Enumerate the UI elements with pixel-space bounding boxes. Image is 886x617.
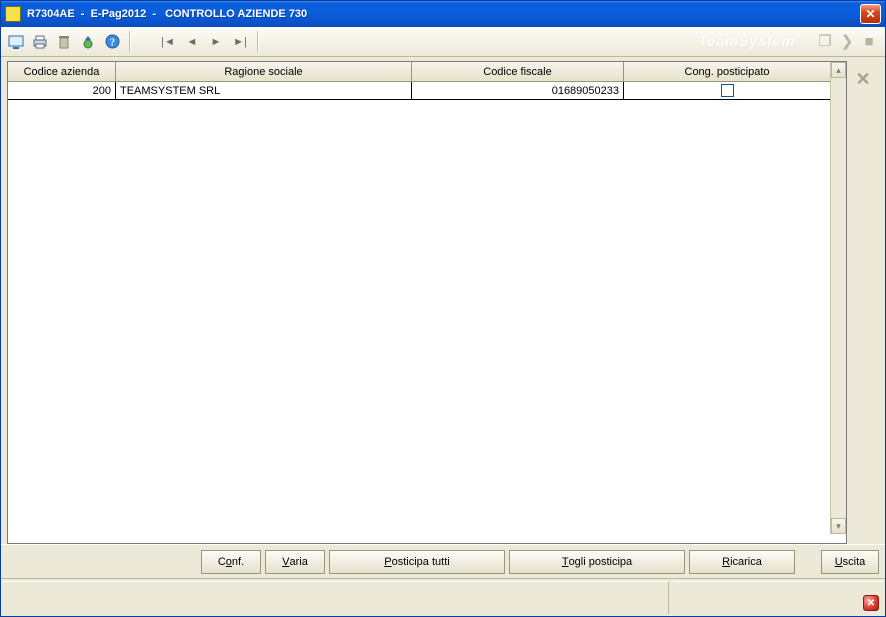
table-row[interactable]: 200 TEAMSYSTEM SRL 01689050233 [8,82,830,100]
app-icon [5,6,21,22]
nav-first-icon[interactable]: |◄ [157,31,179,53]
export-icon[interactable] [77,31,99,53]
toolbar: ? |◄ ◄ ► ►| TeamSystem ❐ ❯ ■ [1,27,885,57]
grid-header: Codice azienda Ragione sociale Codice fi… [8,62,830,82]
side-column: ✕ [847,61,879,544]
body-area: Codice azienda Ragione sociale Codice fi… [1,57,885,544]
toolbar-separator [129,31,131,53]
main-window: R7304AE - E-Pag2012 - CONTROLLO AZIENDE … [0,0,886,617]
grid-body: 200 TEAMSYSTEM SRL 01689050233 [8,82,830,100]
window-title: R7304AE - E-Pag2012 - CONTROLLO AZIENDE … [27,8,307,20]
nav-next-icon[interactable]: ► [205,31,227,53]
stop-icon[interactable]: ■ [859,31,879,51]
cancel-icon[interactable]: ✕ [855,69,870,90]
statusbar: ✕ [1,578,885,616]
col-header-cong-posticipato[interactable]: Cong. posticipato [624,62,830,82]
cell-ragione-sociale[interactable]: TEAMSYSTEM SRL [116,82,412,99]
cell-codice-azienda[interactable]: 200 [8,82,116,99]
status-close-icon[interactable]: ✕ [863,595,879,611]
col-header-codice-fiscale[interactable]: Codice fiscale [412,62,624,82]
varia-button[interactable]: Varia [265,550,325,574]
help-icon[interactable]: ? [101,31,123,53]
titlebar[interactable]: R7304AE - E-Pag2012 - CONTROLLO AZIENDE … [1,1,885,27]
nav-last-icon[interactable]: ►| [229,31,251,53]
status-message [3,581,669,614]
screen-icon[interactable] [5,31,27,53]
checkbox-cong-posticipato[interactable] [721,84,734,97]
nav-prev-icon[interactable]: ◄ [181,31,203,53]
status-right: ✕ [673,581,883,614]
toolbar-right: ❐ ❯ ■ [815,31,879,51]
close-icon: ✕ [865,7,875,21]
toolbar-separator [257,31,259,53]
col-header-codice-azienda[interactable]: Codice azienda [8,62,116,82]
trash-icon[interactable] [53,31,75,53]
data-grid[interactable]: Codice azienda Ragione sociale Codice fi… [7,61,847,544]
close-button[interactable]: ✕ [860,4,881,24]
vertical-scrollbar[interactable]: ▴ ▾ [830,62,846,534]
brand-logo: TeamSystem [698,33,795,50]
button-bar: Conf. Varia Posticipa tutti Togli postic… [1,544,885,578]
print-icon[interactable] [29,31,51,53]
scroll-down-icon[interactable]: ▾ [831,518,846,534]
posticipa-tutti-button[interactable]: Posticipa tutti [329,550,505,574]
togli-posticipa-button[interactable]: Togli posticipa [509,550,685,574]
conf-button[interactable]: Conf. [201,550,261,574]
cell-cong-posticipato[interactable] [624,82,830,99]
copy-icon[interactable]: ❐ [815,31,835,51]
uscita-button[interactable]: Uscita [821,550,879,574]
scroll-up-icon[interactable]: ▴ [831,62,846,78]
forward-icon[interactable]: ❯ [837,31,857,51]
svg-text:?: ? [110,38,115,49]
col-header-ragione-sociale[interactable]: Ragione sociale [116,62,412,82]
cell-codice-fiscale[interactable]: 01689050233 [412,82,624,99]
ricarica-button[interactable]: Ricarica [689,550,795,574]
